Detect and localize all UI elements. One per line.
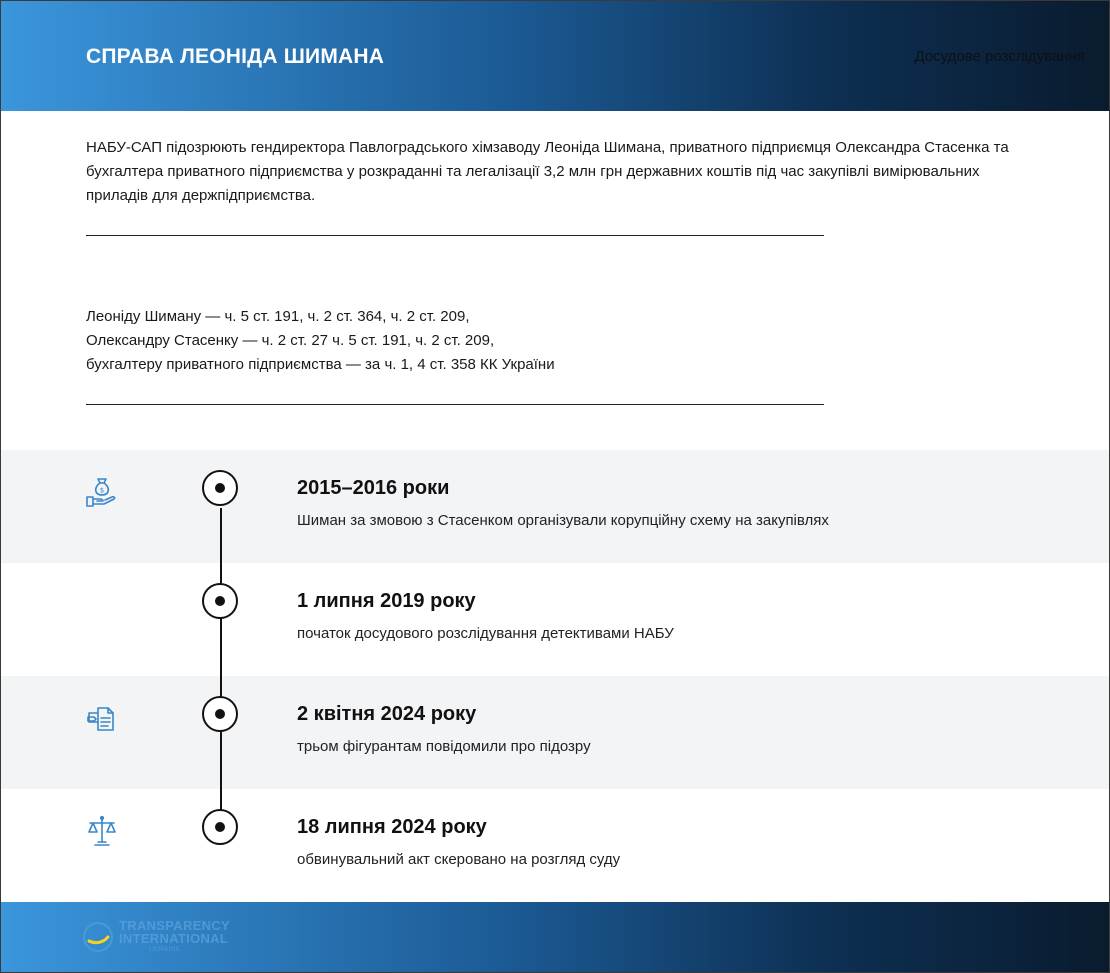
footer-bar: TRANSPARENCY INTERNATIONAL UKRAINE bbox=[1, 902, 1109, 972]
event-date: 18 липня 2024 року bbox=[297, 816, 487, 838]
event-date: 2015–2016 роки bbox=[297, 477, 450, 499]
divider-1 bbox=[86, 235, 824, 236]
event-description: Шиман за змовою з Стасенком організували… bbox=[297, 512, 829, 529]
svg-text:$: $ bbox=[100, 487, 104, 495]
event-description: трьом фігурантам повідомили про підозру bbox=[297, 738, 591, 755]
charge-item: Леоніду Шиману — ч. 5 ст. 191, ч. 2 ст. … bbox=[86, 308, 470, 325]
timeline-node bbox=[202, 696, 238, 732]
timeline-connector bbox=[220, 508, 222, 829]
logo-text: TRANSPARENCY INTERNATIONAL bbox=[119, 918, 230, 946]
timeline-event: 1 липня 2019 року початок досудового роз… bbox=[1, 563, 1109, 676]
documents-icon bbox=[85, 701, 119, 735]
charges-list: Леоніду Шиману — ч. 5 ст. 191, ч. 2 ст. … bbox=[86, 305, 555, 377]
timeline-event: $ 2015–2016 роки Шиман за змовою з Стасе… bbox=[1, 450, 1109, 563]
timeline: $ 2015–2016 роки Шиман за змовою з Стасе… bbox=[1, 450, 1109, 902]
charge-item: Олександру Стасенку — ч. 2 ст. 27 ч. 5 с… bbox=[86, 332, 495, 349]
timeline-node bbox=[202, 809, 238, 845]
charge-item: бухгалтеру приватного підприємства — за … bbox=[86, 356, 555, 373]
logo-subtext: UKRAINE bbox=[149, 946, 181, 953]
case-summary: НАБУ-САП підозрюють гендиректора Павлогр… bbox=[86, 139, 1009, 204]
event-description: обвинувальний акт скеровано на розгляд с… bbox=[297, 851, 621, 868]
event-date: 2 квітня 2024 року bbox=[297, 703, 477, 725]
money-bag-hand-icon: $ bbox=[85, 475, 119, 509]
logo-mark-icon bbox=[83, 922, 113, 952]
timeline-node bbox=[202, 583, 238, 619]
scales-icon bbox=[85, 814, 119, 848]
event-date: 1 липня 2019 року bbox=[297, 590, 476, 612]
case-status: Досудове розслідування bbox=[914, 48, 1085, 65]
header-bar: СПРАВА ЛЕОНІДА ШИМАНА Досудове розслідув… bbox=[1, 1, 1109, 111]
divider-2 bbox=[86, 404, 824, 405]
timeline-node bbox=[202, 470, 238, 506]
timeline-event: 18 липня 2024 року обвинувальний акт ске… bbox=[1, 789, 1109, 902]
page-title: СПРАВА ЛЕОНІДА ШИМАНА bbox=[86, 45, 385, 68]
transparency-international-logo: TRANSPARENCY INTERNATIONAL UKRAINE bbox=[81, 918, 251, 958]
page: СПРАВА ЛЕОНІДА ШИМАНА Досудове розслідув… bbox=[0, 0, 1110, 973]
event-description: початок досудового розслідування детекти… bbox=[297, 625, 674, 642]
timeline-event: 2 квітня 2024 року трьом фігурантам пові… bbox=[1, 676, 1109, 789]
